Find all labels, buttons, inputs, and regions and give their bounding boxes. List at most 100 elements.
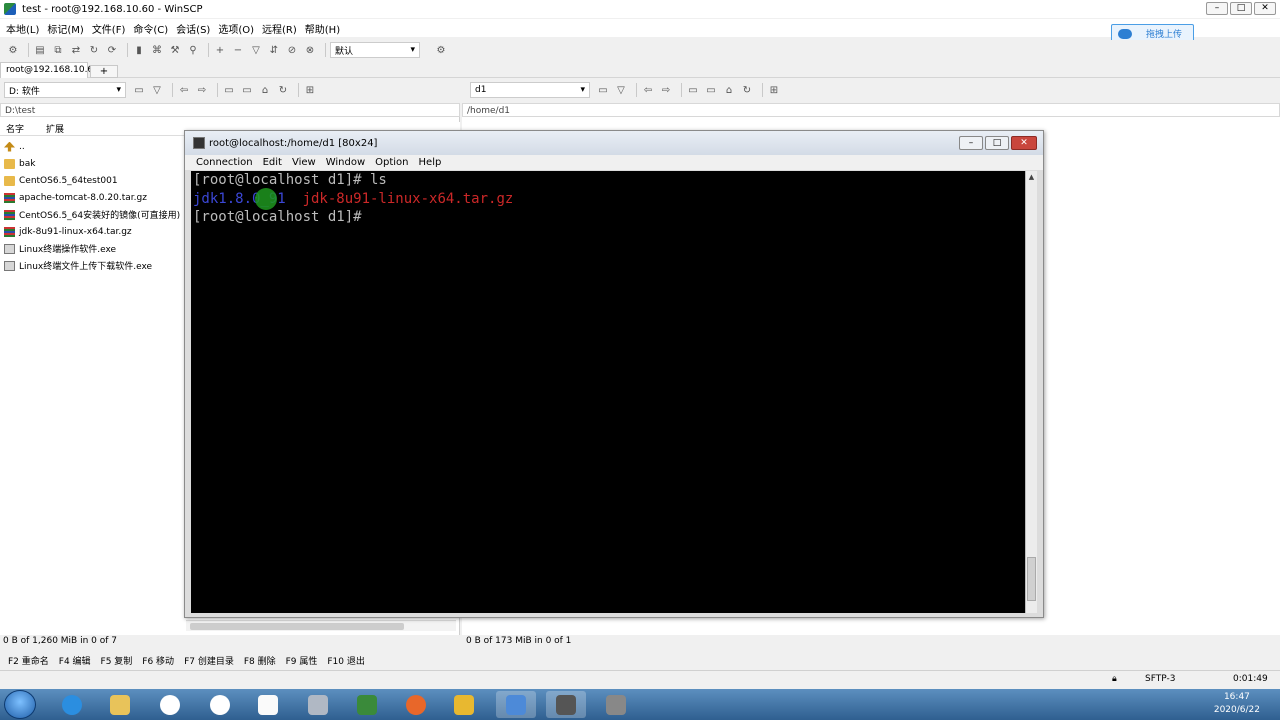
new-tab-button[interactable]: + <box>90 65 118 78</box>
putty-close-button[interactable]: ✕ <box>1011 136 1037 150</box>
back-icon[interactable]: ⇦ <box>177 83 191 97</box>
menu-edit[interactable]: Edit <box>263 157 282 168</box>
putty-minimize-button[interactable]: – <box>959 136 983 150</box>
menu-options[interactable]: 选项(O) <box>218 21 254 36</box>
putty-title-bar[interactable]: root@localhost:/home/d1 [80x24] – □ ✕ <box>185 131 1043 155</box>
putty-icon[interactable]: ⌘ <box>150 43 164 57</box>
list-item[interactable]: bak <box>0 155 186 172</box>
scrollbar-thumb[interactable] <box>190 623 404 630</box>
parent-dir-icon[interactable]: ▭ <box>222 83 236 97</box>
refresh-icon[interactable]: ↻ <box>276 83 290 97</box>
list-item[interactable]: Linux终端文件上传下载软件.exe <box>0 257 186 274</box>
maximize-button[interactable]: □ <box>1230 2 1252 15</box>
sync-icon[interactable]: ⇄ <box>69 43 83 57</box>
putty-window[interactable]: root@localhost:/home/d1 [80x24] – □ ✕ Co… <box>184 130 1044 618</box>
forward-icon[interactable]: ⇨ <box>659 83 673 97</box>
menu-mark[interactable]: 标记(M) <box>47 21 83 36</box>
refresh-icon[interactable]: ⟳ <box>105 43 119 57</box>
taskbar-putty[interactable] <box>546 691 586 718</box>
taskbar-baidu-netdisk-2[interactable] <box>200 691 240 718</box>
reset-icon[interactable]: ⊗ <box>303 43 317 57</box>
list-item[interactable]: CentOS6.5_64安装好的镜像(可直接用) <box>0 206 186 223</box>
taskbar-chart-app[interactable] <box>347 691 387 718</box>
menu-local[interactable]: 本地(L) <box>6 21 39 36</box>
menu-connection[interactable]: Connection <box>196 157 253 168</box>
taskbar-app-yellow[interactable] <box>444 691 484 718</box>
list-item[interactable]: CentOS6.5_64test001 <box>0 172 186 189</box>
preferences-icon[interactable]: ⚒ <box>168 43 182 57</box>
root-dir-icon[interactable]: ▭ <box>240 83 254 97</box>
scrollbar-thumb[interactable] <box>1027 557 1036 601</box>
list-item[interactable]: Linux终端操作软件.exe <box>0 240 186 257</box>
taskbar-baidu-netdisk[interactable] <box>150 691 190 718</box>
parent-dir-icon[interactable]: ▭ <box>686 83 700 97</box>
terminal-icon[interactable]: ▮ <box>132 43 146 57</box>
list-item[interactable]: jdk-8u91-linux-x64.tar.gz <box>0 223 186 240</box>
close-button[interactable]: ✕ <box>1254 2 1276 15</box>
copy-button[interactable]: F5 复制 <box>101 654 133 667</box>
taskbar-firefox[interactable] <box>396 691 436 718</box>
terminal-screen[interactable]: [root@localhost d1]# ls jdk1.8.0_91 jdk-8… <box>191 171 1025 613</box>
menu-option[interactable]: Option <box>375 157 408 168</box>
taskbar-ie[interactable] <box>52 691 92 718</box>
properties-button[interactable]: F9 属性 <box>286 654 318 667</box>
list-item[interactable]: apache-tomcat-8.0.20.tar.gz <box>0 189 186 206</box>
taskbar-app-lock[interactable] <box>596 691 636 718</box>
remove-icon[interactable]: − <box>231 43 245 57</box>
open-folder-icon[interactable]: ▭ <box>596 83 610 97</box>
menu-files[interactable]: 文件(F) <box>92 21 126 36</box>
menu-session[interactable]: 会话(S) <box>176 21 210 36</box>
clear-icon[interactable]: ⊘ <box>285 43 299 57</box>
clock[interactable]: 16:47 2020/6/22 <box>1214 691 1260 717</box>
filter-icon[interactable]: ▽ <box>614 83 628 97</box>
tree-icon[interactable]: ⊞ <box>767 83 781 97</box>
menu-view[interactable]: View <box>292 157 316 168</box>
refresh-icon[interactable]: ↻ <box>740 83 754 97</box>
transfer-settings-icon[interactable]: ⚙ <box>434 43 448 57</box>
taskbar-notepad[interactable] <box>248 691 288 718</box>
left-horizontal-scrollbar[interactable] <box>186 620 456 631</box>
delete-button[interactable]: F8 删除 <box>244 654 276 667</box>
compare-icon[interactable]: ⧉ <box>51 43 65 57</box>
move-button[interactable]: F6 移动 <box>142 654 174 667</box>
menu-help[interactable]: 帮助(H) <box>305 21 340 36</box>
create-dir-button[interactable]: F7 创建目录 <box>184 654 234 667</box>
forward-icon[interactable]: ⇨ <box>195 83 209 97</box>
drive-select[interactable]: D: 软件 ▾ <box>4 82 126 98</box>
connect-icon[interactable]: ⚲ <box>186 43 200 57</box>
column-name[interactable]: 名字 <box>0 122 46 135</box>
start-button[interactable] <box>4 690 36 719</box>
taskbar-winscp[interactable] <box>496 691 536 718</box>
invert-icon[interactable]: ⇵ <box>267 43 281 57</box>
menu-remote[interactable]: 远程(R) <box>262 21 297 36</box>
tab-session[interactable]: root@192.168.10.60 <box>0 62 99 78</box>
taskbar-explorer[interactable] <box>100 691 140 718</box>
edit-button[interactable]: F4 编辑 <box>59 654 91 667</box>
rename-button[interactable]: F2 重命名 <box>8 654 49 667</box>
minimize-button[interactable]: – <box>1206 2 1228 15</box>
home-icon[interactable]: ⌂ <box>722 83 736 97</box>
filter-icon[interactable]: ▽ <box>150 83 164 97</box>
scroll-up-icon[interactable]: ▲ <box>1026 171 1037 183</box>
add-icon[interactable]: + <box>213 43 227 57</box>
back-icon[interactable]: ⇦ <box>641 83 655 97</box>
root-dir-icon[interactable]: ▭ <box>704 83 718 97</box>
tree-icon[interactable]: ⊞ <box>303 83 317 97</box>
keep-up-to-date-icon[interactable]: ↻ <box>87 43 101 57</box>
menu-commands[interactable]: 命令(C) <box>133 21 168 36</box>
gear-icon[interactable]: ⚙ <box>6 43 20 57</box>
home-icon[interactable]: ⌂ <box>258 83 272 97</box>
taskbar-paint[interactable] <box>298 691 338 718</box>
open-folder-icon[interactable]: ▭ <box>132 83 146 97</box>
quit-button[interactable]: F10 退出 <box>327 654 365 667</box>
menu-help[interactable]: Help <box>419 157 442 168</box>
list-item[interactable]: .. <box>0 138 186 155</box>
filter-icon[interactable]: ▽ <box>249 43 263 57</box>
menu-window[interactable]: Window <box>326 157 365 168</box>
transfer-mode-select[interactable]: 默认 ▾ <box>330 42 420 58</box>
terminal-scrollbar[interactable]: ▲ <box>1025 171 1037 613</box>
column-ext[interactable]: 扩展 <box>46 122 106 135</box>
remote-dir-select[interactable]: d1 ▾ <box>470 82 590 98</box>
putty-maximize-button[interactable]: □ <box>985 136 1009 150</box>
queue-icon[interactable]: ▤ <box>33 43 47 57</box>
